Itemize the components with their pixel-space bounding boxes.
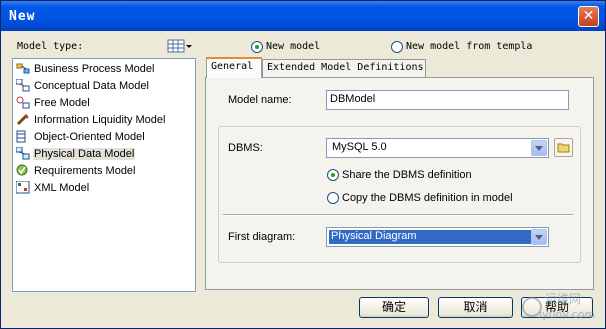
list-item[interactable]: Free Model	[16, 95, 91, 110]
watermark: 运维网 iyunv.com	[521, 288, 601, 324]
copy-dbms-radio[interactable]	[327, 192, 339, 204]
from-template-radio[interactable]	[391, 41, 403, 53]
copy-dbms-label: Copy the DBMS definition in model	[342, 192, 513, 204]
list-item[interactable]: XML Model	[15, 180, 90, 195]
new-model-dialog: New ✕ Model type: Business Process Model…	[0, 0, 606, 329]
model-name-input[interactable]: DBModel	[326, 90, 569, 110]
title-bar: New ✕	[1, 1, 605, 31]
list-view-icon	[167, 39, 192, 53]
tab-extended-model-definitions[interactable]: Extended Model Definitions	[262, 59, 426, 77]
first-diagram-select[interactable]: Physical Diagram	[326, 227, 549, 247]
requirements-icon	[16, 164, 30, 177]
view-toggle-button[interactable]	[167, 39, 193, 53]
watermark-line2: iyunv.com	[539, 308, 596, 321]
share-dbms-label: Share the DBMS definition	[342, 169, 472, 181]
first-diagram-label: First diagram:	[228, 231, 296, 243]
window-title: New	[9, 9, 36, 24]
list-item[interactable]: Business Process Model	[16, 61, 155, 76]
model-type-label: Model type:	[17, 41, 84, 52]
list-item-selected[interactable]: Physical Data Model	[15, 146, 136, 161]
new-model-radio[interactable]	[251, 41, 263, 53]
share-dbms-radio[interactable]	[327, 169, 339, 181]
chevron-down-icon[interactable]	[531, 140, 547, 156]
cancel-button[interactable]: 取消	[438, 297, 513, 318]
model-name-label: Model name:	[228, 94, 292, 106]
tab-general[interactable]: General	[206, 57, 262, 78]
from-template-label: New model from templa	[406, 41, 533, 52]
xml-model-icon	[15, 180, 30, 194]
new-model-label: New model	[266, 41, 321, 52]
first-diagram-value: Physical Diagram	[329, 230, 531, 244]
list-item[interactable]: Object-Oriented Model	[16, 129, 146, 144]
watermark-line1: 运维网	[545, 292, 582, 306]
list-item[interactable]: Requirements Model	[16, 163, 137, 178]
dbms-label: DBMS:	[228, 142, 263, 154]
dbms-select[interactable]: MySQL 5.0	[326, 138, 549, 158]
free-model-icon	[16, 96, 30, 109]
close-button[interactable]: ✕	[578, 6, 599, 27]
object-oriented-icon	[16, 130, 30, 143]
folder-icon	[557, 143, 570, 153]
conceptual-data-icon	[15, 78, 30, 92]
list-item[interactable]: Information Liquidity Model	[16, 112, 166, 127]
chevron-down-icon[interactable]	[531, 229, 547, 245]
list-item[interactable]: Conceptual Data Model	[15, 78, 150, 93]
browse-dbms-button[interactable]	[554, 138, 573, 157]
physical-data-icon	[15, 146, 30, 160]
business-process-icon	[16, 62, 30, 75]
separator	[223, 214, 573, 216]
dbms-value: MySQL 5.0	[332, 141, 387, 153]
ok-button[interactable]: 确定	[359, 297, 429, 318]
information-liquidity-icon	[16, 113, 30, 126]
model-type-list[interactable]: Business Process Model Conceptual Data M…	[12, 58, 196, 292]
